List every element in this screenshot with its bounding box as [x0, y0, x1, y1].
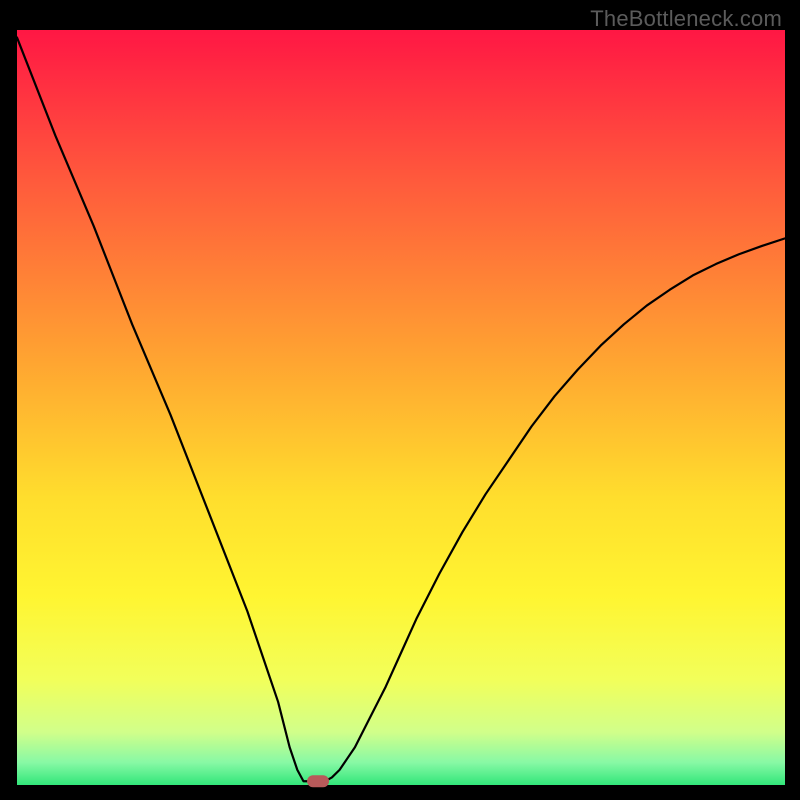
plot-background: [17, 30, 785, 785]
watermark-text: TheBottleneck.com: [590, 6, 782, 32]
optimal-point-marker: [307, 775, 329, 787]
bottleneck-chart: [0, 0, 800, 800]
